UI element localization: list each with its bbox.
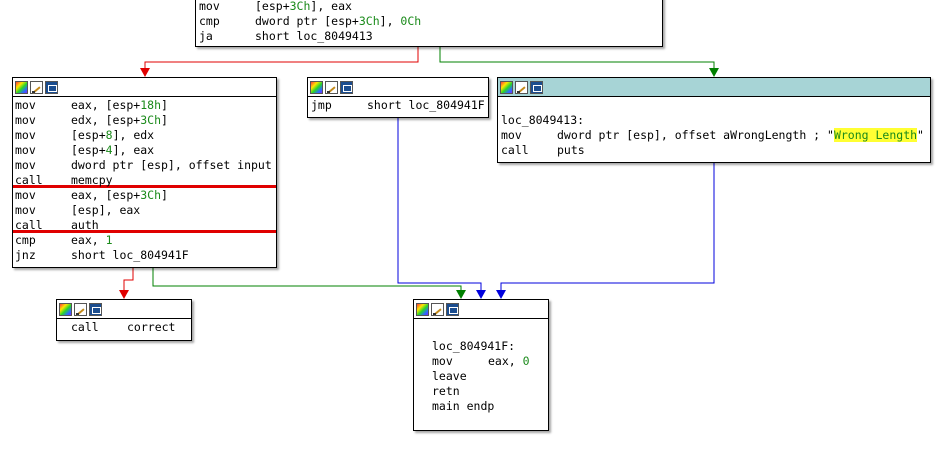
asm-line-call-memcpy: call memcpy [13, 173, 276, 188]
color-palette-icon[interactable] [59, 302, 72, 316]
asm-line: mov eax, [esp+18h] [15, 98, 168, 112]
asm-line-call-auth: call auth [13, 218, 276, 233]
basic-block-correct[interactable]: call correct [56, 299, 192, 341]
arrow-head [496, 290, 506, 299]
edge-false-left-to-correct [123, 268, 134, 292]
arrow-head [456, 290, 466, 299]
asm-line: mov dword ptr [esp], offset aWrongLength … [501, 128, 924, 142]
asm-line: jnz short loc_804941F [15, 248, 189, 262]
loc-label: loc_8049413: [501, 113, 585, 127]
block-header-selected [498, 78, 930, 97]
asm-line: mov [esp+8], edx [15, 128, 155, 142]
arrow-head [709, 68, 719, 77]
basic-block-jmp[interactable]: jmp short loc_804941F [307, 77, 489, 118]
color-palette-icon[interactable] [15, 80, 28, 94]
graph-view-icon[interactable] [530, 80, 543, 94]
asm-line: cmp eax, 1 [15, 233, 113, 247]
color-palette-icon[interactable] [416, 302, 429, 316]
asm-line: mov eax, [esp+3Ch] [15, 188, 168, 202]
basic-block-wrong-length[interactable]: loc_8049413: mov dword ptr [esp], offset … [497, 77, 931, 163]
rename-pencil-icon[interactable] [515, 80, 528, 94]
arrow-head [140, 68, 150, 77]
rename-pencil-icon[interactable] [30, 80, 43, 94]
arrow-head [476, 290, 486, 299]
rename-pencil-icon[interactable] [431, 302, 444, 316]
asm-line: cmp dword ptr [esp+3Ch], 0Ch [199, 14, 422, 28]
asm-line: mov eax, 0 [432, 354, 530, 368]
color-palette-icon[interactable] [310, 80, 323, 94]
asm-line: main endp [432, 399, 495, 413]
block-header [57, 300, 191, 319]
block-header [13, 78, 276, 97]
asm-line: leave [432, 369, 467, 383]
basic-block-end[interactable]: loc_804941F: mov eax, 0 leave retn main e… [413, 299, 549, 431]
asm-line: jmp short loc_804941F [311, 98, 485, 112]
string-literal-highlight: Wrong Length [833, 128, 918, 142]
asm-line: call puts [501, 143, 585, 157]
edge-wrong-to-end [500, 163, 715, 292]
asm-line: mov dword ptr [esp], offset input [15, 158, 272, 172]
edge-jmp-to-end [397, 118, 482, 292]
asm-line: mov [esp+3Ch], eax [199, 0, 352, 13]
graph-view-icon[interactable] [89, 302, 102, 316]
edge-false-top-to-left [144, 47, 419, 70]
color-palette-icon[interactable] [500, 80, 513, 94]
block-header [414, 300, 548, 319]
asm-line: mov edx, [esp+3Ch] [15, 113, 168, 127]
asm-line: ja short loc_8049413 [199, 29, 373, 43]
rename-pencil-icon[interactable] [74, 302, 87, 316]
asm-line: call correct [71, 320, 176, 334]
graph-view-icon[interactable] [45, 80, 58, 94]
rename-pencil-icon[interactable] [325, 80, 338, 94]
arrow-head [119, 290, 129, 299]
edge-true-top-to-wrong [439, 47, 715, 70]
edge-true-left-to-end [152, 268, 462, 292]
loc-label: loc_804941F: [432, 339, 516, 353]
block-header [308, 78, 488, 97]
graph-view-icon[interactable] [340, 80, 353, 94]
graph-view-icon[interactable] [446, 302, 459, 316]
asm-line: retn [432, 384, 460, 398]
basic-block-memcpy-auth[interactable]: mov eax, [esp+18h] mov edx, [esp+3Ch] mov[… [12, 77, 277, 268]
basic-block-top[interactable]: mov [esp+3Ch], eax cmp dword ptr [esp+3Ch]… [195, 0, 663, 47]
asm-line: mov [esp], eax [15, 203, 141, 217]
asm-line: mov [esp+4], eax [15, 143, 155, 157]
